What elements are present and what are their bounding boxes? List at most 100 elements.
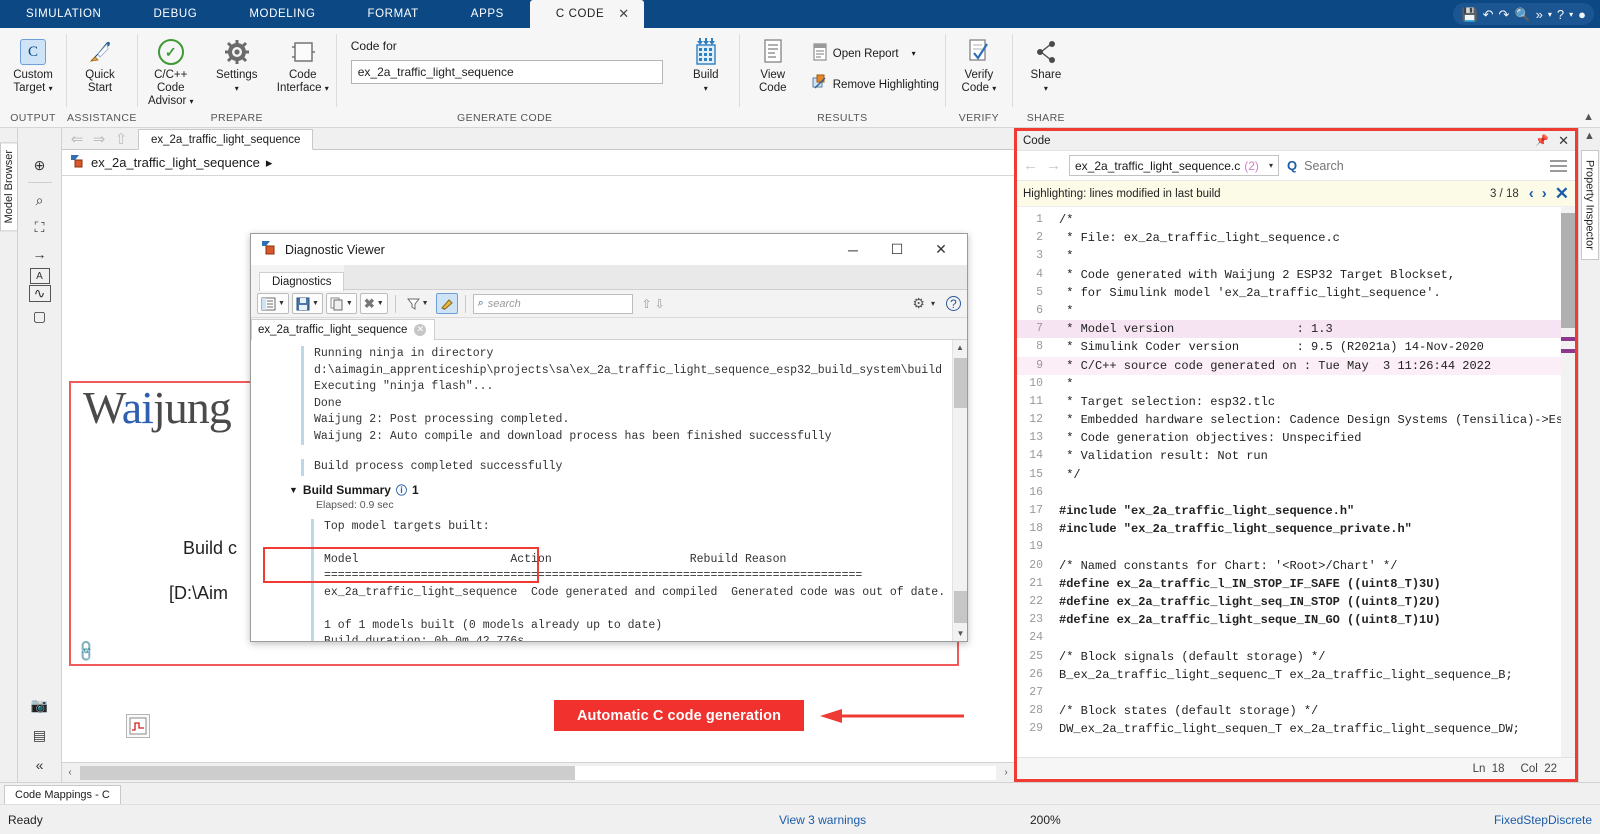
diagnostic-vertical-scrollbar[interactable]: ▲ ▼: [952, 340, 967, 641]
maximize-button[interactable]: ☐: [875, 235, 919, 264]
code-line[interactable]: 5 * for Simulink model 'ex_2a_traffic_li…: [1017, 284, 1561, 302]
code-nav-forward-icon[interactable]: →: [1046, 157, 1061, 174]
code-line[interactable]: 20 /* Named constants for Chart: '<Root>/…: [1017, 557, 1561, 575]
model-browser-tab[interactable]: Model Browser: [0, 128, 18, 782]
nav-forward-icon[interactable]: ⇒: [88, 129, 110, 149]
subsystem-icon[interactable]: ▢: [26, 303, 54, 329]
minimize-button[interactable]: ─: [831, 235, 875, 264]
nav-back-icon[interactable]: ⇐: [66, 129, 88, 149]
settings-button[interactable]: Settings ▾: [204, 33, 270, 95]
code-line[interactable]: 16: [1017, 484, 1561, 502]
filter-button[interactable]: ▼: [403, 293, 433, 314]
code-line[interactable]: 2 * File: ex_2a_traffic_light_sequence.c: [1017, 229, 1561, 247]
clear-button[interactable]: ✖ ▼: [359, 293, 388, 314]
chevron-down-icon[interactable]: ▾: [1548, 10, 1552, 19]
code-line[interactable]: 19: [1017, 538, 1561, 556]
status-solver[interactable]: FixedStepDiscrete: [1494, 813, 1592, 827]
diagnostic-scroll-thumb-2[interactable]: [954, 591, 967, 623]
code-line[interactable]: 29 DW_ex_2a_traffic_light_sequen_T ex_2a_…: [1017, 720, 1561, 738]
code-line[interactable]: 8 * Simulink Coder version : 9.5 (R2021a…: [1017, 338, 1561, 356]
tab-diagnostics[interactable]: Diagnostics: [259, 272, 345, 291]
more-commands-icon[interactable]: »: [1536, 8, 1543, 21]
chevron-down-icon[interactable]: ▾: [49, 84, 53, 93]
code-line[interactable]: 17 #include "ex_2a_traffic_light_sequence…: [1017, 502, 1561, 520]
property-inspector-tab[interactable]: ▲ Property Inspector: [1578, 128, 1600, 782]
save-icon[interactable]: 💾: [1461, 8, 1477, 21]
triangle-down-icon[interactable]: ▼: [289, 485, 298, 495]
share-button[interactable]: Share ▾: [1013, 33, 1079, 95]
code-line[interactable]: 13 * Code generation objectives: Unspeci…: [1017, 429, 1561, 447]
code-line[interactable]: 15 */: [1017, 466, 1561, 484]
code-search-box[interactable]: Q: [1287, 157, 1542, 174]
code-line[interactable]: 27: [1017, 684, 1561, 702]
chevron-down-icon-2[interactable]: ▾: [1569, 10, 1573, 19]
code-search-input[interactable]: [1302, 157, 1542, 174]
code-vertical-scrollbar[interactable]: [1561, 207, 1575, 757]
copy-button[interactable]: ▼: [325, 293, 357, 314]
save-button[interactable]: ▼: [291, 293, 323, 314]
code-panel-menu-icon[interactable]: [1550, 159, 1569, 172]
code-advisor-button[interactable]: ✓ C/C++ Code Advisor ▾: [138, 33, 204, 108]
quick-start-button[interactable]: Quick Start: [67, 33, 133, 95]
close-icon[interactable]: ✕: [618, 6, 630, 22]
chevron-down-icon[interactable]: ▾: [1269, 161, 1273, 170]
chevron-down-icon[interactable]: ▼: [312, 300, 319, 307]
horizontal-scrollbar[interactable]: ‹ ›: [62, 762, 1014, 782]
hscroll-thumb[interactable]: [80, 765, 575, 780]
code-line[interactable]: 23 #define ex_2a_traffic_light_seque_IN_G…: [1017, 611, 1561, 629]
diagnostic-search-input[interactable]: ⌕ search: [472, 293, 633, 314]
diagnostic-scroll-thumb[interactable]: [954, 358, 967, 408]
signal-line-icon[interactable]: →: [26, 241, 54, 267]
chevron-down-icon[interactable]: ▾: [325, 84, 329, 93]
chevron-down-icon[interactable]: ▾: [190, 97, 194, 106]
code-file-select[interactable]: ex_2a_traffic_light_sequence.c (2) ▾: [1069, 155, 1279, 176]
highlight-next-icon[interactable]: ›: [1542, 185, 1547, 202]
zoom-region-icon[interactable]: ⌕: [26, 187, 54, 213]
search-prev-icon[interactable]: ⇧: [642, 297, 652, 311]
code-line[interactable]: 22 #define ex_2a_traffic_light_seq_IN_STO…: [1017, 593, 1561, 611]
breadcrumb-label[interactable]: ex_2a_traffic_light_sequence: [91, 155, 260, 170]
tab-simulation[interactable]: SIMULATION: [0, 0, 127, 28]
code-interface-button[interactable]: Code Interface ▾: [270, 33, 336, 95]
code-line[interactable]: 7 * Model version : 1.3: [1017, 320, 1561, 339]
tab-debug[interactable]: DEBUG: [127, 0, 223, 28]
tab-code-mappings[interactable]: Code Mappings - C: [4, 785, 121, 804]
code-for-input[interactable]: [350, 60, 663, 84]
help-icon[interactable]: ?: [1557, 8, 1564, 21]
highlight-close-icon[interactable]: ✕: [1555, 184, 1569, 204]
tab-format[interactable]: FORMAT: [342, 0, 445, 28]
code-line[interactable]: 10 *: [1017, 375, 1561, 393]
collapse-up-icon[interactable]: ▲: [1584, 130, 1595, 142]
code-nav-back-icon[interactable]: ←: [1023, 157, 1038, 174]
link-icon[interactable]: 🔗: [73, 638, 99, 664]
chevron-down-icon[interactable]: ▼: [377, 300, 384, 307]
code-line[interactable]: 11 * Target selection: esp32.tlc: [1017, 393, 1561, 411]
collapse-ribbon-icon[interactable]: ▲: [1583, 111, 1594, 123]
status-warnings-link[interactable]: View 3 warnings: [779, 813, 866, 827]
tab-c-code[interactable]: C CODE ✕: [529, 0, 644, 28]
tab-modeling[interactable]: MODELING: [223, 0, 341, 28]
code-line[interactable]: 4 * Code generated with Waijung 2 ESP32 …: [1017, 266, 1561, 284]
model-data-icon[interactable]: ▤: [26, 722, 54, 748]
search-next-icon[interactable]: ⇩: [655, 297, 665, 311]
code-editor-body[interactable]: 1 /* 2 * File: ex_2a_traffic_light_sequenc…: [1017, 207, 1575, 757]
help-icon[interactable]: ?: [946, 296, 961, 311]
code-line[interactable]: 18 #include "ex_2a_traffic_light_sequence…: [1017, 520, 1561, 538]
tab-apps[interactable]: APPS: [445, 0, 530, 28]
chevron-down-icon[interactable]: ▾: [704, 84, 708, 93]
open-report-button[interactable]: Open Report ▾: [806, 41, 945, 66]
chevron-down-icon[interactable]: ▼: [422, 300, 429, 307]
account-icon[interactable]: ●: [1578, 8, 1586, 21]
code-line[interactable]: 6 *: [1017, 302, 1561, 320]
scope-block-icon[interactable]: [126, 714, 150, 738]
code-line[interactable]: 25 /* Block signals (default storage) */: [1017, 648, 1561, 666]
close-icon[interactable]: ✕: [1558, 133, 1569, 149]
highlight-prev-icon[interactable]: ‹: [1529, 185, 1534, 202]
scroll-up-icon[interactable]: ▲: [953, 340, 967, 355]
build-summary-header[interactable]: ▼ Build Summary ⓘ 1: [289, 482, 952, 498]
chevron-right-icon[interactable]: ▸: [266, 155, 273, 171]
code-line[interactable]: 3 *: [1017, 247, 1561, 265]
verify-code-button[interactable]: Verify Code ▾: [946, 33, 1012, 95]
diagnostic-model-tab[interactable]: ex_2a_traffic_light_sequence ✕: [251, 318, 436, 341]
code-line[interactable]: 24: [1017, 629, 1561, 647]
